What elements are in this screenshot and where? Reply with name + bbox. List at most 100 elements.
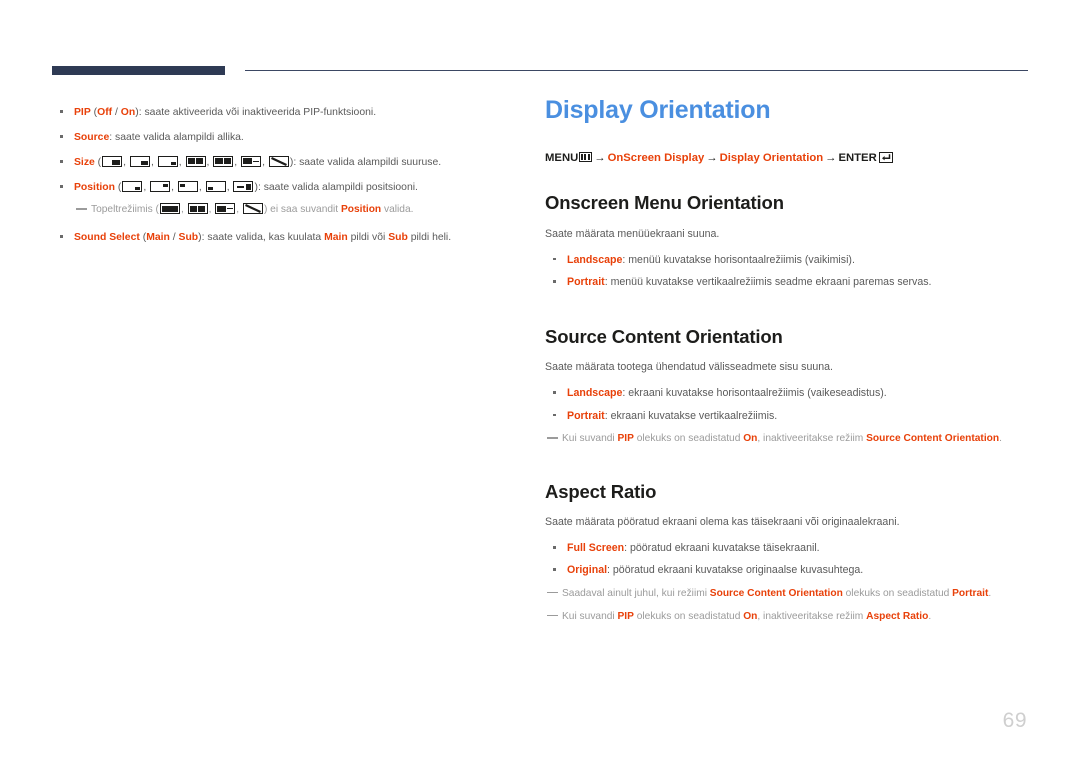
list-item-source: Source: saate valida alampildi allika. <box>52 130 507 145</box>
option-description-full-screen: : pööratud ekraani kuvatakse täisekraani… <box>624 542 820 555</box>
note-text: Kui suvandi <box>562 610 618 622</box>
option-label-position: Position <box>74 182 115 194</box>
option-value-main: Main <box>146 232 170 244</box>
bullet-dot <box>553 413 556 417</box>
section-lead-1: Saate määrata menüüekraani suuna. <box>545 227 720 240</box>
section-lead-2: Saate määrata tootega ühendatud välissea… <box>545 361 833 374</box>
option-label-landscape: Landscape <box>567 387 623 400</box>
note-emphasis-pip: PIP <box>617 433 634 445</box>
page-title: Display Orientation <box>545 96 771 124</box>
option-label-source: Source <box>74 132 110 144</box>
list-item-pip: PIP (Off / On): saate aktiveerida või in… <box>52 105 507 120</box>
bullet-dot <box>60 110 63 113</box>
note-text-c: valida. <box>381 204 414 216</box>
section-heading-onscreen-menu-orientation: Onscreen Menu Orientation <box>545 192 784 214</box>
option-description-original: : pööratud ekraani kuvatakse originaalse… <box>607 564 864 577</box>
option-value-sub: Sub <box>178 232 199 244</box>
option-description-portrait: : ekraani kuvatakse vertikaalrežiimis. <box>604 409 778 422</box>
section-heading-source-content-orientation: Source Content Orientation <box>545 326 783 348</box>
pip-split-wide-icon <box>213 156 234 168</box>
menu-path-breadcrumb: MENU → OnScreen Display → Display Orientatio… <box>545 151 1028 166</box>
page-number: 69 <box>1002 709 1027 732</box>
note-text: olekuks on seadistatud <box>842 587 953 599</box>
section-heading-aspect-ratio: Aspect Ratio <box>545 480 657 502</box>
note-emphasis-position: Position <box>340 204 382 216</box>
section-lead-3: Saate määrata pööratud ekraani olema kas… <box>545 516 900 529</box>
menu-path-enter-label: ENTER <box>838 151 877 164</box>
header-rule-line <box>245 70 1028 72</box>
list-item-landscape: Landscape: ekraani kuvatakse horisontaal… <box>545 386 1028 401</box>
option-description-landscape: : menüü kuvatakse horisontaalrežiimis (v… <box>622 253 855 266</box>
note-emphasis-pip: PIP <box>617 610 634 622</box>
bullet-dot <box>60 135 63 138</box>
note-text: , inaktiveeritakse režiim <box>757 433 867 445</box>
pip-diagonal-icon <box>268 156 289 168</box>
note-text: Kui suvandi <box>562 433 618 445</box>
pip-size-small-icon <box>157 156 178 168</box>
list-item-landscape: Landscape: menüü kuvatakse horisontaalre… <box>545 253 1028 268</box>
note-text: olekuks on seadistatud <box>633 433 744 445</box>
option-description-portrait: : menüü kuvatakse vertikaalrežiimis sead… <box>604 275 932 288</box>
list-item-portrait: Portrait: ekraani kuvatakse vertikaalrež… <box>545 409 1028 424</box>
note-pip-disables-source-content: Kui suvandi PIP olekuks on seadistatud O… <box>545 432 1028 447</box>
sound-emphasis-sub: Sub <box>388 232 408 244</box>
note-text-b: ) ei saa suvandit <box>263 204 341 216</box>
bullet-dot <box>60 185 63 188</box>
note-emphasis-on: On <box>743 610 758 622</box>
paren-open: ( <box>114 182 122 194</box>
pip-size-large-icon <box>102 156 123 168</box>
option-label-portrait: Portrait <box>567 409 605 422</box>
menu-glyph-icon <box>579 151 593 162</box>
note-dash <box>547 614 558 617</box>
header-rule-bar <box>52 66 225 75</box>
header-rule <box>52 66 1028 76</box>
list-item-portrait: Portrait: menüü kuvatakse vertikaalrežii… <box>545 275 1028 290</box>
option-description-source: : saate valida alampildi allika. <box>109 132 244 144</box>
document-page: PIP (Off / On): saate aktiveerida või in… <box>0 0 1080 763</box>
option-label-full-screen: Full Screen <box>567 542 625 555</box>
pip-size-medium-icon <box>129 156 150 168</box>
list-item-sound-select: Sound Select (Main / Sub): saate valida,… <box>52 230 507 245</box>
note-text: . <box>999 433 1002 445</box>
option-description-landscape: : ekraani kuvatakse horisontaalrežiimis … <box>622 387 887 400</box>
bullet-dot <box>553 257 556 261</box>
note-emphasis-portrait: Portrait <box>952 587 989 599</box>
note-text: , inaktiveeritakse režiim <box>757 610 867 622</box>
note-text-a: Topeltrežiimis ( <box>91 204 159 216</box>
pip-split-bar-icon <box>215 203 236 215</box>
note-dash <box>547 437 558 439</box>
option-label-portrait: Portrait <box>567 275 605 288</box>
menu-path-step-display-orientation: Display Orientation <box>719 151 824 164</box>
pip-pos-bottom-left-icon <box>205 181 226 193</box>
pip-split-bar-icon <box>241 156 262 168</box>
paren-open: ( <box>94 157 102 169</box>
pip-pos-top-right-icon <box>150 181 171 193</box>
option-label-landscape: Landscape <box>567 253 623 266</box>
bullet-dot <box>553 546 556 549</box>
sound-emphasis-main: Main <box>324 232 348 244</box>
enter-glyph-icon <box>878 151 893 163</box>
note-pip-disables-aspect-ratio: Kui suvandi PIP olekuks on seadistatud O… <box>545 610 1028 625</box>
pip-split-half-icon <box>185 156 206 168</box>
note-emphasis-aspect-ratio: Aspect Ratio <box>866 610 929 622</box>
option-separator: / <box>169 232 179 244</box>
option-separator: / <box>112 107 121 118</box>
option-description-pip: : saate aktiveerida või inaktiveerida PI… <box>138 107 377 118</box>
pip-pos-top-left-icon <box>177 181 198 193</box>
note-emphasis-source-content-orientation: Source Content Orientation <box>866 433 1000 445</box>
sound-text-c: pildi heli. <box>407 232 452 244</box>
list-item-original: Original: pööratud ekraani kuvatakse ori… <box>545 563 1028 578</box>
pip-split-half-icon <box>159 203 180 215</box>
note-text: . <box>928 610 932 622</box>
note-dash <box>76 208 87 210</box>
option-label-sound-select: Sound Select <box>74 232 140 244</box>
right-column: Display Orientation MENU → OnScreen Displa… <box>545 96 1028 624</box>
note-text: Saadaval ainult juhul, kui režiimi <box>562 587 710 599</box>
sound-text-a: : saate valida, kas kuulata <box>201 232 325 244</box>
menu-path-arrow: → <box>706 151 718 164</box>
menu-path-arrow: → <box>825 151 837 164</box>
bullet-dot <box>553 279 556 283</box>
bullet-dot <box>60 235 63 238</box>
left-column: PIP (Off / On): saate aktiveerida või in… <box>52 98 507 245</box>
note-emphasis-source-content-orientation: Source Content Orientation <box>709 587 843 599</box>
